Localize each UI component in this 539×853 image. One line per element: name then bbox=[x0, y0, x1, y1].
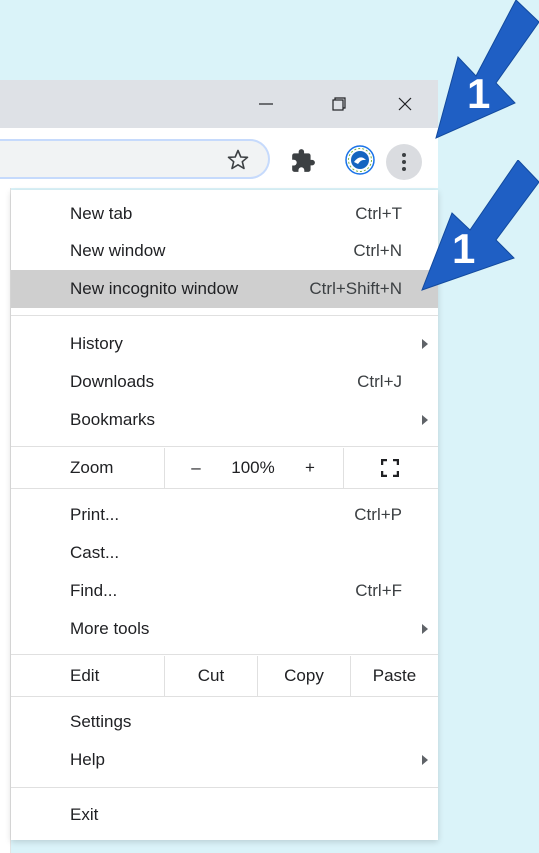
bookmarks-label: Bookmarks bbox=[70, 410, 156, 429]
help-label: Help bbox=[70, 750, 105, 769]
find-label: Find... bbox=[70, 581, 118, 600]
more-tools-label: More tools bbox=[70, 619, 150, 638]
new-window-label: New window bbox=[70, 241, 166, 260]
minimize-icon bbox=[259, 103, 273, 105]
submenu-arrow-icon bbox=[422, 415, 428, 425]
menu-item-find[interactable]: Find... Ctrl+F bbox=[11, 572, 438, 610]
fullscreen-icon bbox=[381, 459, 399, 477]
profile-avatar-icon[interactable] bbox=[345, 145, 375, 175]
menu-item-cast[interactable]: Cast... bbox=[11, 534, 438, 572]
copy-button[interactable]: Copy bbox=[258, 656, 350, 696]
zoom-label: Zoom bbox=[70, 458, 114, 477]
submenu-arrow-icon bbox=[422, 624, 428, 634]
submenu-arrow-icon bbox=[422, 339, 428, 349]
menu-separator bbox=[11, 696, 438, 697]
menu-separator bbox=[11, 446, 438, 447]
chrome-main-menu: New tab Ctrl+T New window Ctrl+N New inc… bbox=[11, 190, 438, 840]
settings-label: Settings bbox=[70, 712, 132, 731]
edit-label: Edit bbox=[70, 666, 100, 685]
zoom-divider bbox=[343, 448, 344, 488]
print-label: Print... bbox=[70, 505, 120, 524]
downloads-label: Downloads bbox=[70, 372, 155, 391]
paste-button[interactable]: Paste bbox=[351, 656, 438, 696]
new-tab-shortcut: Ctrl+T bbox=[355, 204, 402, 223]
menu-item-print[interactable]: Print... Ctrl+P bbox=[11, 496, 438, 534]
menu-item-downloads[interactable]: Downloads Ctrl+J bbox=[11, 363, 438, 401]
fullscreen-button[interactable] bbox=[375, 448, 405, 488]
close-icon bbox=[398, 97, 412, 111]
menu-separator bbox=[11, 488, 438, 489]
page-edge bbox=[0, 188, 11, 853]
cut-button[interactable]: Cut bbox=[165, 656, 257, 696]
restore-icon bbox=[332, 97, 346, 111]
menu-item-new-tab[interactable]: New tab Ctrl+T bbox=[11, 195, 438, 233]
zoom-out-button[interactable]: – bbox=[181, 448, 211, 488]
menu-item-exit[interactable]: Exit bbox=[11, 796, 438, 834]
extensions-puzzle-icon[interactable] bbox=[290, 148, 316, 174]
menu-item-settings[interactable]: Settings bbox=[11, 703, 438, 741]
new-tab-label: New tab bbox=[70, 204, 133, 223]
new-incognito-label: New incognito window bbox=[70, 279, 239, 298]
menu-item-new-window[interactable]: New window Ctrl+N bbox=[11, 232, 438, 270]
zoom-divider bbox=[164, 448, 165, 488]
find-shortcut: Ctrl+F bbox=[355, 581, 402, 600]
callout-arrow-top: 1 bbox=[435, 0, 539, 139]
minimize-button[interactable] bbox=[243, 80, 289, 128]
menu-separator bbox=[11, 787, 438, 788]
window-titlebar bbox=[0, 80, 438, 128]
exit-label: Exit bbox=[70, 805, 99, 824]
menu-item-new-incognito-window[interactable]: New incognito window Ctrl+Shift+N bbox=[11, 270, 438, 308]
zoom-row: Zoom – 100% + bbox=[11, 448, 438, 488]
menu-item-more-tools[interactable]: More tools bbox=[11, 610, 438, 648]
menu-item-bookmarks[interactable]: Bookmarks bbox=[11, 401, 438, 439]
menu-separator bbox=[11, 315, 438, 316]
edit-row: Edit Cut Copy Paste bbox=[11, 656, 438, 696]
callout-number-top: 1 bbox=[467, 70, 490, 117]
callout-arrow-menu: 1 bbox=[421, 160, 539, 291]
new-incognito-shortcut: Ctrl+Shift+N bbox=[309, 279, 402, 298]
history-label: History bbox=[70, 334, 123, 353]
zoom-level: 100% bbox=[231, 458, 275, 477]
downloads-shortcut: Ctrl+J bbox=[357, 372, 402, 391]
restore-button[interactable] bbox=[316, 80, 362, 128]
new-window-shortcut: Ctrl+N bbox=[353, 241, 402, 260]
submenu-arrow-icon bbox=[422, 755, 428, 765]
callout-number-menu: 1 bbox=[452, 225, 475, 272]
cast-label: Cast... bbox=[70, 543, 120, 562]
bookmark-star-icon[interactable] bbox=[226, 148, 250, 172]
zoom-in-button[interactable]: + bbox=[295, 448, 325, 488]
print-shortcut: Ctrl+P bbox=[354, 505, 402, 524]
menu-separator bbox=[11, 654, 438, 655]
menu-item-history[interactable]: History bbox=[11, 325, 438, 363]
menu-item-help[interactable]: Help bbox=[11, 741, 438, 779]
